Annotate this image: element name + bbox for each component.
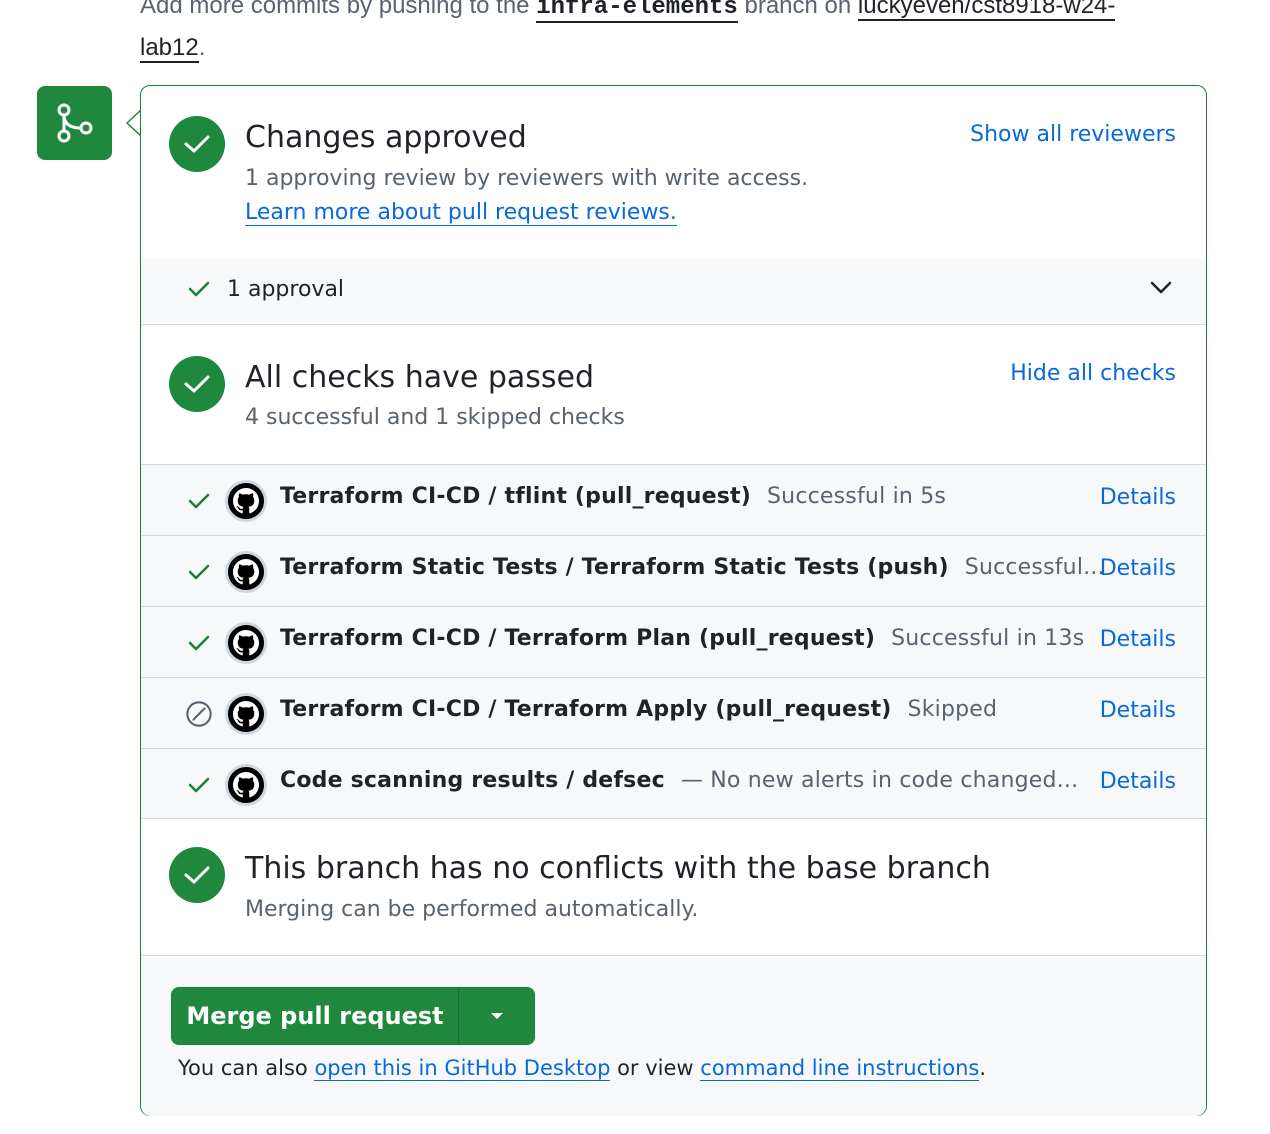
details-link[interactable]: Details: [1100, 485, 1176, 510]
check-row: Code scanning results / defsec — No new a…: [141, 748, 1206, 819]
check-name: Terraform CI-CD / Terraform Plan (pull_r…: [280, 626, 876, 651]
check-row: Terraform Static Tests / Terraform Stati…: [141, 535, 1206, 606]
github-desktop-link[interactable]: open this in GitHub Desktop: [314, 1056, 611, 1081]
note-suffix: .: [979, 1056, 987, 1080]
intro-text: Add more commits by pushing to the infra…: [140, 0, 1200, 68]
details-link[interactable]: Details: [1100, 627, 1176, 652]
github-icon: [233, 488, 259, 514]
repo-link-cont[interactable]: lab12: [140, 34, 199, 63]
check-name: Terraform CI-CD / Terraform Apply (pull_…: [280, 697, 892, 722]
triangle-down-icon: [490, 1013, 503, 1019]
checks-list: Terraform CI-CD / tflint (pull_request) S…: [141, 464, 1206, 819]
details-link[interactable]: Details: [1100, 698, 1176, 723]
details-link[interactable]: Details: [1100, 769, 1176, 794]
hide-all-checks-link[interactable]: Hide all checks: [1010, 361, 1176, 386]
checks-passed-icon: [169, 356, 225, 412]
check-success-icon: [185, 629, 213, 657]
branch-name-link[interactable]: infra-elements: [536, 0, 738, 23]
intro-suffix: .: [198, 34, 206, 61]
git-merge-icon-tile: [37, 86, 112, 160]
github-actions-avatar: [225, 764, 267, 806]
repo-link[interactable]: luckyeven/cst8918-w24-: [857, 0, 1116, 21]
github-actions-avatar: [225, 480, 267, 522]
check-row: Terraform CI-CD / tflint (pull_request) S…: [141, 464, 1206, 535]
github-actions-avatar: [225, 622, 267, 664]
approval-summary-row[interactable]: 1 approval: [141, 259, 1206, 325]
check-status: Skipped: [907, 697, 998, 722]
approval-count: 1 approval: [227, 277, 345, 302]
note-middle: or view: [610, 1056, 701, 1080]
checks-subtitle: 4 successful and 1 skipped checks: [245, 405, 625, 430]
check-name: Terraform Static Tests / Terraform Stati…: [280, 555, 949, 580]
github-actions-avatar: [225, 551, 267, 593]
github-actions-avatar: [225, 693, 267, 735]
details-link[interactable]: Details: [1100, 556, 1176, 581]
check-success-icon: [185, 487, 213, 515]
skipped-icon: [185, 700, 213, 728]
chevron-down-icon[interactable]: [1150, 281, 1172, 300]
check-success-icon: [185, 558, 213, 586]
github-icon: [233, 701, 259, 727]
show-all-reviewers-link[interactable]: Show all reviewers: [970, 122, 1176, 147]
check-row: Terraform CI-CD / Terraform Apply (pull_…: [141, 677, 1206, 748]
merge-pull-request-button[interactable]: Merge pull request: [172, 988, 459, 1044]
checks-title: All checks have passed: [245, 360, 595, 395]
github-icon: [233, 559, 259, 585]
check-status: Successful in 13s: [891, 626, 1085, 651]
check-status: Successful...: [964, 555, 1105, 580]
git-merge-icon: [57, 103, 92, 143]
merge-alternatives-note: You can also open this in GitHub Desktop…: [178, 1056, 987, 1081]
check-name: Terraform CI-CD / tflint (pull_request): [280, 484, 752, 509]
github-icon: [233, 630, 259, 656]
conflicts-subtitle: Merging can be performed automatically.: [245, 897, 699, 922]
merge-area: Merge pull request You can also open thi…: [141, 955, 1206, 1116]
approved-title: Changes approved: [245, 120, 527, 155]
intro-middle: branch on: [737, 0, 858, 19]
note-prefix: You can also: [178, 1056, 315, 1080]
check-icon: [187, 277, 211, 306]
check-status: — No new alerts in code changed...: [680, 768, 1079, 793]
approved-subtitle: 1 approving review by reviewers with wri…: [245, 166, 809, 191]
approved-check-icon: [169, 116, 225, 172]
learn-more-link[interactable]: Learn more about pull request reviews.: [245, 200, 677, 226]
merge-options-dropdown[interactable]: [459, 988, 534, 1044]
check-name: Code scanning results / defsec: [280, 768, 665, 793]
merge-status-box: Changes approved 1 approving review by r…: [140, 85, 1207, 1116]
intro-prefix: Add more commits by pushing to the: [140, 0, 537, 19]
conflicts-title: This branch has no conflicts with the ba…: [245, 851, 991, 886]
check-status: Successful in 5s: [767, 484, 947, 509]
check-row: Terraform CI-CD / Terraform Plan (pull_r…: [141, 606, 1206, 677]
command-line-instructions-link[interactable]: command line instructions: [700, 1056, 980, 1081]
check-success-icon: [185, 771, 213, 799]
no-conflicts-icon: [169, 847, 225, 903]
github-icon: [233, 772, 259, 798]
merge-button-group: Merge pull request: [171, 987, 535, 1045]
